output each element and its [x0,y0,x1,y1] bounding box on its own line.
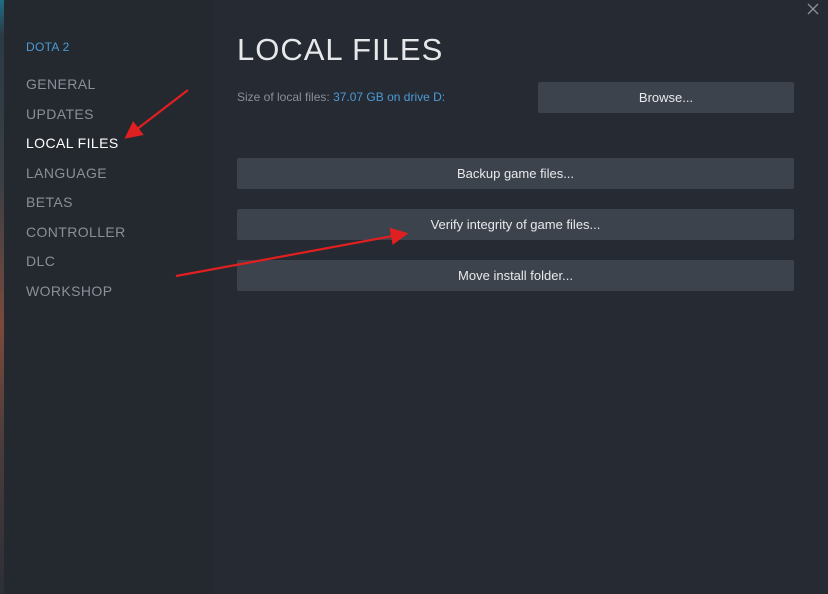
sidebar-item-general[interactable]: GENERAL [26,74,126,104]
verify-integrity-button[interactable]: Verify integrity of game files... [237,209,794,240]
sidebar-nav: GENERAL UPDATES LOCAL FILES LANGUAGE BET… [26,74,126,310]
size-value-link[interactable]: 37.07 GB on drive D: [333,90,445,104]
sidebar-item-language[interactable]: LANGUAGE [26,163,126,193]
main-panel: LOCAL FILES Size of local files: 37.07 G… [213,0,828,594]
local-files-size: Size of local files: 37.07 GB on drive D… [237,90,445,104]
move-install-folder-button[interactable]: Move install folder... [237,260,794,291]
page-title: LOCAL FILES [237,32,444,67]
sidebar-item-dlc[interactable]: DLC [26,251,126,281]
sidebar: DOTA 2 GENERAL UPDATES LOCAL FILES LANGU… [4,0,213,594]
close-icon[interactable] [806,2,820,16]
sidebar-item-controller[interactable]: CONTROLLER [26,222,126,252]
browse-button[interactable]: Browse... [538,82,794,113]
game-title: DOTA 2 [26,40,70,54]
sidebar-item-local-files[interactable]: LOCAL FILES [26,133,126,163]
properties-window: DOTA 2 GENERAL UPDATES LOCAL FILES LANGU… [0,0,828,594]
sidebar-item-updates[interactable]: UPDATES [26,104,126,134]
size-label: Size of local files: [237,90,330,104]
sidebar-item-betas[interactable]: BETAS [26,192,126,222]
sidebar-item-workshop[interactable]: WORKSHOP [26,281,126,311]
backup-game-files-button[interactable]: Backup game files... [237,158,794,189]
